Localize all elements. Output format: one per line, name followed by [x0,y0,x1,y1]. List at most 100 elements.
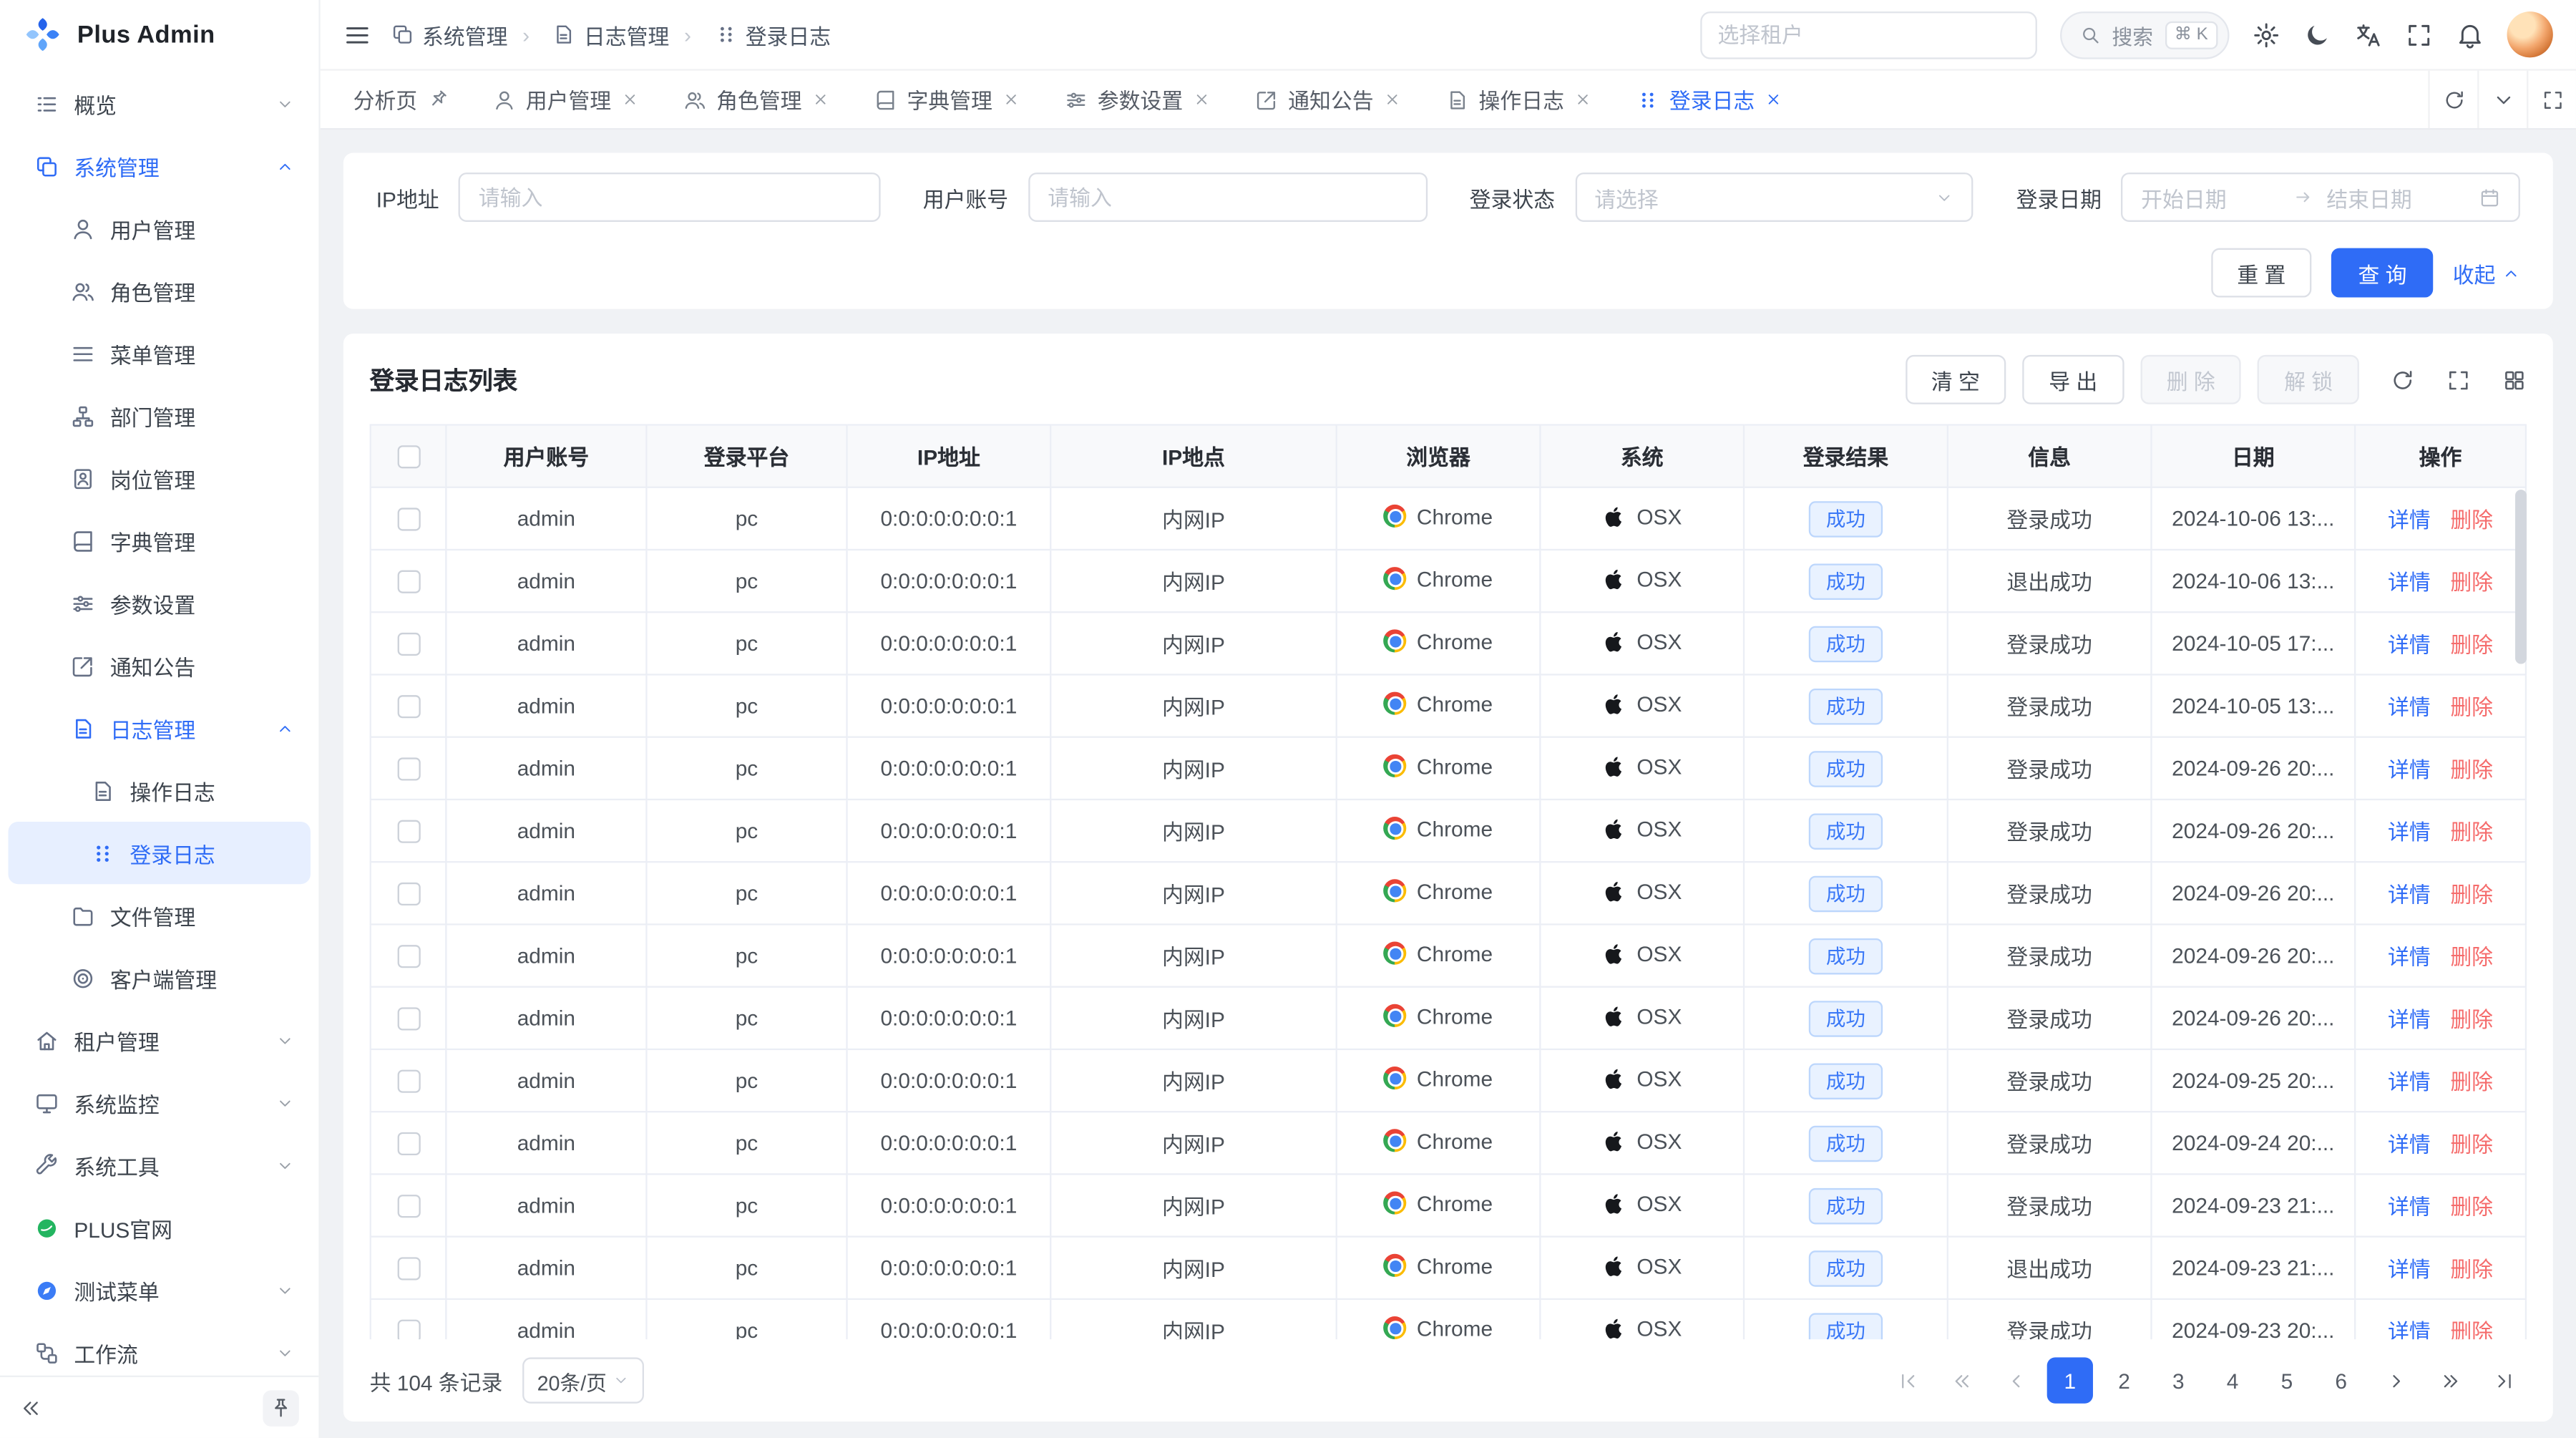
fullscreen-icon[interactable] [2405,21,2433,49]
global-search[interactable]: 搜索 ⌘ K [2059,11,2229,59]
sidebar-item[interactable]: 文件管理 [8,884,310,946]
column-header[interactable]: 系统 [1540,424,1744,487]
detail-link[interactable]: 详情 [2388,757,2431,782]
next-page-button[interactable] [2372,1357,2418,1403]
content-fullscreen-icon[interactable] [2527,71,2576,128]
bell-icon[interactable] [2456,21,2484,49]
column-header[interactable]: 操作 [2355,424,2526,487]
page-number-button[interactable]: 6 [2318,1357,2364,1403]
detail-link[interactable]: 详情 [2388,507,2431,532]
delete-link[interactable]: 删除 [2450,507,2493,532]
hamburger-icon[interactable] [343,21,371,49]
sidebar-item[interactable]: 角色管理 [8,260,310,322]
export-button[interactable]: 导 出 [2023,355,2124,404]
sidebar-item[interactable]: 岗位管理 [8,447,310,509]
page-size-select[interactable]: 20条/页 [522,1357,644,1403]
tab-close-icon[interactable] [621,90,639,108]
delete-link[interactable]: 删除 [2450,1195,2493,1219]
jump-back-button[interactable] [1938,1357,1984,1403]
collapse-sidebar-icon[interactable] [20,1396,43,1419]
delete-link[interactable]: 删除 [2450,1320,2493,1340]
last-page-button[interactable] [2481,1357,2527,1403]
tenant-select-input[interactable] [1699,11,2036,59]
column-header[interactable]: IP地点 [1050,424,1336,487]
tab[interactable]: 通知公告 [1255,84,1401,115]
tab-close-icon[interactable] [1383,90,1401,108]
sidebar-item[interactable]: 测试菜单 [8,1259,310,1321]
breadcrumb-item[interactable]: 登录日志 [669,19,831,50]
row-checkbox[interactable] [396,1258,419,1281]
pin-sidebar-icon[interactable] [263,1389,299,1426]
tab[interactable]: 参数设置 [1065,84,1211,115]
sidebar-item[interactable]: 操作日志 [8,759,310,822]
first-page-button[interactable] [1884,1357,1930,1403]
scrollbar-thumb[interactable] [2515,490,2527,664]
detail-link[interactable]: 详情 [2388,1320,2431,1340]
logo[interactable]: Plus Admin [0,0,318,69]
tab-menu-chevron-icon[interactable] [2477,71,2527,128]
detail-link[interactable]: 详情 [2388,1257,2431,1281]
tab-close-icon[interactable] [1765,90,1782,108]
tab[interactable]: 登录日志 [1636,84,1782,115]
page-number-button[interactable]: 2 [2101,1357,2147,1403]
table-fullscreen-icon[interactable] [2446,367,2471,392]
detail-link[interactable]: 详情 [2388,820,2431,845]
tab[interactable]: 操作日志 [1446,84,1592,115]
row-checkbox[interactable] [396,1070,419,1093]
account-input[interactable] [1028,173,1427,222]
row-checkbox[interactable] [396,1320,419,1339]
row-checkbox[interactable] [396,1195,419,1218]
column-header[interactable]: 登录平台 [646,424,847,487]
unlock-button[interactable]: 解 锁 [2258,355,2358,404]
refresh-table-icon[interactable] [2391,367,2415,392]
row-checkbox[interactable] [396,1133,419,1156]
gear-icon[interactable] [2253,21,2280,49]
delete-link[interactable]: 删除 [2450,1257,2493,1281]
sidebar-item[interactable]: PLUS官网 [8,1196,310,1258]
detail-link[interactable]: 详情 [2388,1195,2431,1219]
status-select[interactable]: 请选择 [1575,173,1974,222]
row-checkbox[interactable] [396,758,419,781]
ip-input[interactable] [459,173,880,222]
row-checkbox[interactable] [396,946,419,968]
detail-link[interactable]: 详情 [2388,570,2431,595]
column-header[interactable]: IP地址 [847,424,1051,487]
tab-close-icon[interactable] [1002,90,1020,108]
reset-button[interactable]: 重 置 [2211,248,2312,298]
page-number-button[interactable]: 5 [2264,1357,2310,1403]
delete-link[interactable]: 删除 [2450,1070,2493,1094]
sidebar-item[interactable]: 通知公告 [8,634,310,696]
delete-link[interactable]: 删除 [2450,757,2493,782]
row-checkbox[interactable] [396,508,419,531]
clear-button[interactable]: 清 空 [1905,355,2006,404]
page-number-button[interactable]: 3 [2155,1357,2201,1403]
query-button[interactable]: 查 询 [2332,248,2433,298]
column-header[interactable]: 信息 [1948,424,2152,487]
tab[interactable]: 字典管理 [874,84,1020,115]
detail-link[interactable]: 详情 [2388,1007,2431,1031]
sidebar-item[interactable]: 登录日志 [8,822,310,884]
delete-link[interactable]: 删除 [2450,633,2493,657]
translate-icon[interactable] [2354,21,2382,49]
tab[interactable]: 用户管理 [493,84,639,115]
detail-link[interactable]: 详情 [2388,633,2431,657]
delete-link[interactable]: 删除 [2450,1007,2493,1031]
tab-close-icon[interactable] [1574,90,1592,108]
breadcrumb-item[interactable]: 系统管理 [391,19,507,50]
detail-link[interactable]: 详情 [2388,1070,2431,1094]
select-all-checkbox[interactable] [396,446,419,469]
tab[interactable]: 分析页 [343,84,449,115]
detail-link[interactable]: 详情 [2388,695,2431,719]
collapse-filter-link[interactable]: 收起 [2453,257,2520,288]
delete-button[interactable]: 删 除 [2140,355,2241,404]
sidebar-item[interactable]: 概览 [8,72,310,135]
delete-link[interactable]: 删除 [2450,1132,2493,1157]
sidebar-item[interactable]: 用户管理 [8,198,310,260]
column-header[interactable]: 用户账号 [446,424,646,487]
column-header[interactable]: 浏览器 [1337,424,1541,487]
sidebar-item[interactable]: 系统管理 [8,135,310,197]
dark-mode-moon-icon[interactable] [2303,21,2331,49]
row-checkbox[interactable] [396,570,419,593]
delete-link[interactable]: 删除 [2450,945,2493,969]
user-avatar[interactable] [2507,11,2553,57]
